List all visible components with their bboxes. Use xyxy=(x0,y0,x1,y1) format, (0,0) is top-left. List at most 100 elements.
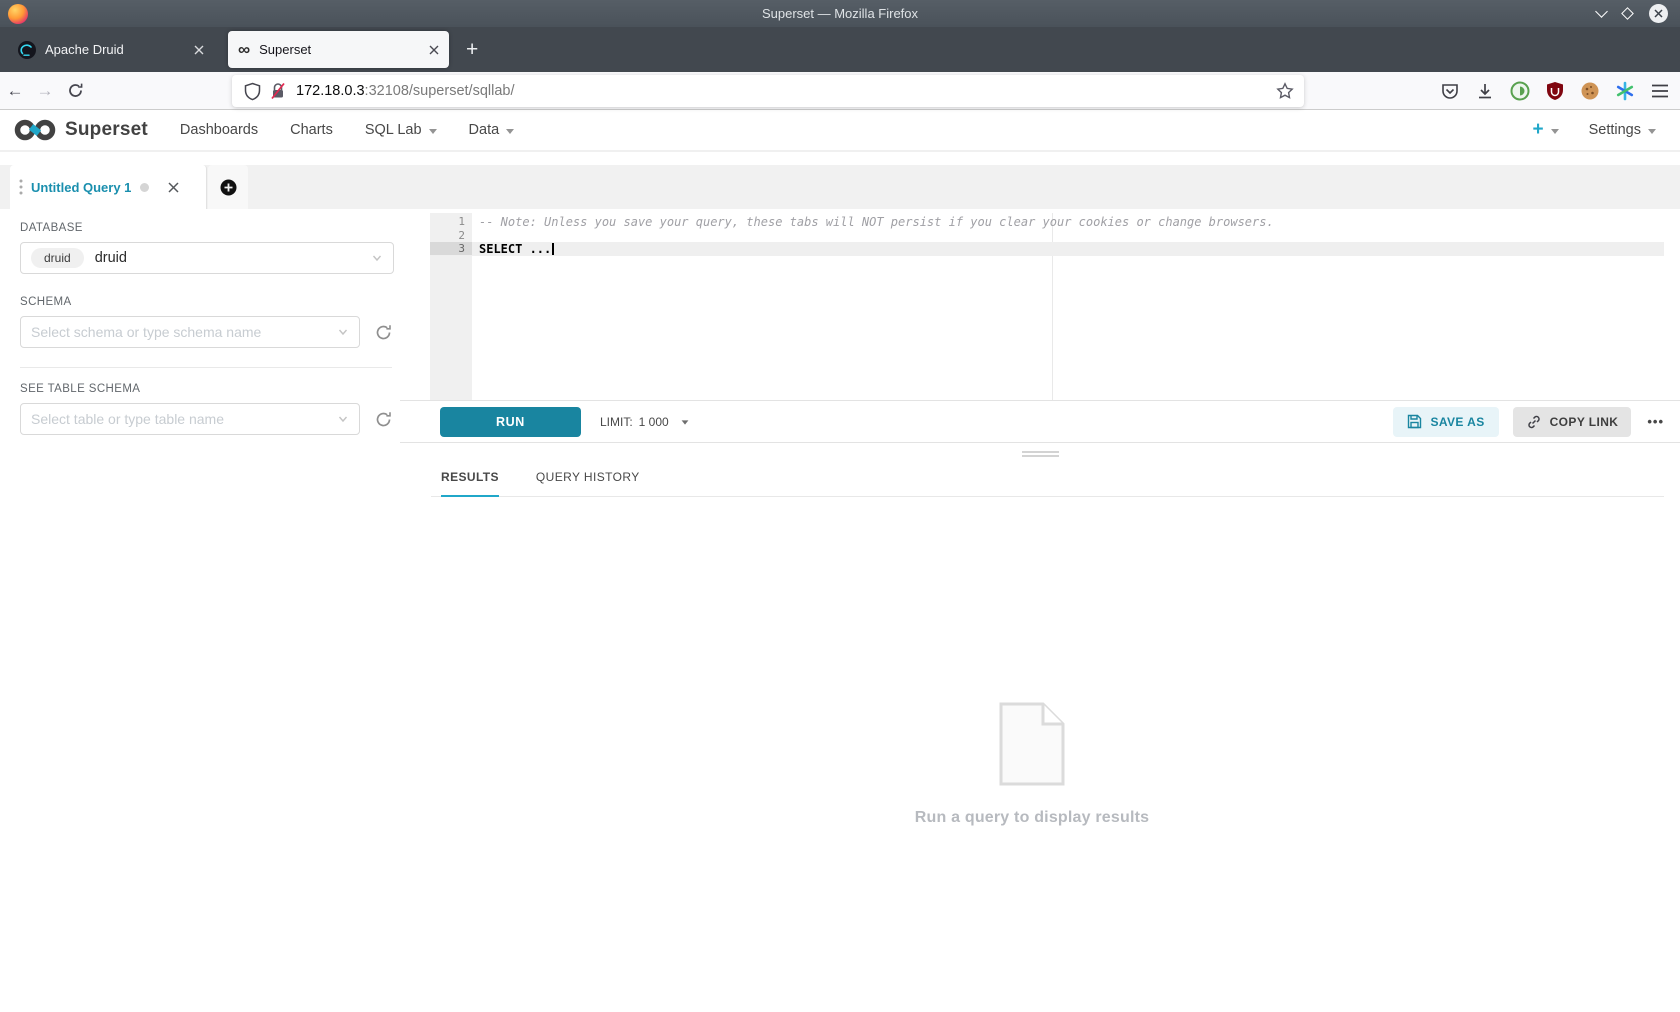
table-schema-label: SEE TABLE SCHEMA xyxy=(20,383,400,395)
divider xyxy=(20,367,392,368)
add-query-tab-button[interactable] xyxy=(208,165,248,209)
tab-label: Superset xyxy=(259,42,429,57)
browser-tab-superset[interactable]: ∞ Superset xyxy=(228,31,449,68)
more-options-button[interactable]: ••• xyxy=(1647,414,1664,429)
bookmark-star-icon[interactable] xyxy=(1276,82,1294,100)
table-input[interactable] xyxy=(31,411,337,427)
downloads-icon[interactable] xyxy=(1475,82,1495,100)
query-tab-title: Untitled Query 1 xyxy=(31,180,131,195)
nav-charts[interactable]: Charts xyxy=(290,122,333,138)
database-type-tag: druid xyxy=(31,248,84,268)
database-label: DATABASE xyxy=(20,222,400,234)
nav-dashboards[interactable]: Dashboards xyxy=(180,122,258,138)
cookie-extension-icon[interactable] xyxy=(1580,81,1600,101)
query-tab-active[interactable]: Untitled Query 1 xyxy=(10,165,207,209)
forward-button[interactable]: → xyxy=(30,81,60,101)
results-tabbar: RESULTS QUERY HISTORY xyxy=(431,470,1664,497)
schema-label: SCHEMA xyxy=(20,296,400,308)
pocket-icon[interactable] xyxy=(1440,81,1460,101)
tab-results[interactable]: RESULTS xyxy=(441,470,499,497)
chevron-down-icon xyxy=(429,129,437,134)
superset-navbar: Superset Dashboards Charts SQL Lab Data … xyxy=(0,110,1680,152)
brand-name[interactable]: Superset xyxy=(65,119,148,141)
document-icon xyxy=(999,702,1065,786)
query-tab-bar: Untitled Query 1 xyxy=(0,165,1680,209)
line-number: 3 xyxy=(430,242,472,255)
save-as-button[interactable]: SAVE AS xyxy=(1393,407,1498,437)
tab-close-icon[interactable] xyxy=(429,45,439,55)
url-host: 172.18.0.3 xyxy=(296,83,365,99)
chevron-down-icon xyxy=(337,326,349,338)
sqllab-sidebar: DATABASE druid druid SCHEMA xyxy=(0,209,400,1012)
superset-logo-icon[interactable] xyxy=(12,117,58,143)
editor-line[interactable]: 1 -- Note: Unless you save your query, t… xyxy=(430,215,1664,229)
chevron-down-icon xyxy=(1551,129,1559,134)
new-tab-button[interactable]: + xyxy=(466,39,478,60)
reload-button[interactable] xyxy=(60,82,90,99)
browser-tab-apache-druid[interactable]: Apache Druid xyxy=(8,31,214,68)
sql-editor[interactable]: 1 -- Note: Unless you save your query, t… xyxy=(430,213,1664,400)
editor-line-active[interactable]: 3 SELECT ... xyxy=(430,242,1664,256)
copy-link-button[interactable]: COPY LINK xyxy=(1513,407,1632,437)
extension-green-icon[interactable] xyxy=(1510,81,1530,101)
table-select[interactable] xyxy=(20,403,360,435)
sparkle-extension-icon[interactable] xyxy=(1615,81,1635,101)
line-number: 2 xyxy=(430,229,472,242)
browser-toolbar: ← → 172.18.0.3:32108/superset/sqlla xyxy=(0,72,1680,110)
menu-hamburger-icon[interactable] xyxy=(1650,84,1670,98)
run-button[interactable]: RUN xyxy=(440,407,581,437)
limit-label: LIMIT: xyxy=(600,415,633,429)
shield-icon[interactable] xyxy=(244,82,261,101)
back-button[interactable]: ← xyxy=(0,81,30,101)
editor-line[interactable]: 2 xyxy=(430,229,1664,243)
window-maximize-icon[interactable] xyxy=(1621,7,1634,20)
window-close-icon[interactable] xyxy=(1649,4,1668,23)
nav-data[interactable]: Data xyxy=(469,122,515,138)
line-number: 1 xyxy=(430,215,472,228)
chevron-down-icon xyxy=(506,129,514,134)
schema-select[interactable] xyxy=(20,316,360,348)
text-cursor xyxy=(552,243,554,255)
refresh-tables-icon[interactable] xyxy=(374,410,393,429)
ublock-icon[interactable] xyxy=(1545,81,1565,101)
plus-circle-icon xyxy=(220,179,237,196)
query-tab-close-icon[interactable] xyxy=(168,182,179,193)
editor-toolbar: RUN LIMIT: 1 000 SAVE AS xyxy=(400,400,1680,443)
url-bar[interactable]: 172.18.0.3:32108/superset/sqllab/ xyxy=(232,75,1304,107)
window-title: Superset — Mozilla Firefox xyxy=(0,6,1680,21)
link-icon xyxy=(1526,414,1542,430)
tab-label: Apache Druid xyxy=(45,42,194,57)
database-value: druid xyxy=(95,250,127,266)
empty-results-state: Run a query to display results xyxy=(400,702,1664,827)
insecure-lock-icon[interactable] xyxy=(270,82,286,100)
window-minimize-icon[interactable] xyxy=(1595,5,1608,18)
application-window: Superset — Mozilla Firefox Apache Druid xyxy=(0,0,1680,1012)
add-new-button[interactable]: + xyxy=(1532,119,1558,141)
druid-favicon-icon xyxy=(18,41,36,59)
results-pane: RESULTS QUERY HISTORY Run a query to dis… xyxy=(400,443,1680,1012)
unsaved-indicator-dot xyxy=(140,183,149,192)
spacer xyxy=(0,152,1680,165)
settings-menu[interactable]: Settings xyxy=(1589,122,1656,138)
browser-titlebar: Superset — Mozilla Firefox xyxy=(0,0,1680,27)
nav-sql-lab[interactable]: SQL Lab xyxy=(365,122,437,138)
superset-favicon-icon: ∞ xyxy=(238,41,250,58)
chevron-down-icon xyxy=(681,420,688,424)
schema-input[interactable] xyxy=(31,324,337,340)
url-path: :32108/superset/sqllab/ xyxy=(365,83,515,99)
chevron-down-icon xyxy=(1648,129,1656,134)
empty-results-message: Run a query to display results xyxy=(400,809,1664,827)
limit-dropdown[interactable]: LIMIT: 1 000 xyxy=(600,415,689,429)
chevron-down-icon xyxy=(337,413,349,425)
tab-close-icon[interactable] xyxy=(194,45,204,55)
sql-code: SELECT ... xyxy=(472,242,551,256)
pane-resize-handle[interactable] xyxy=(1022,451,1059,457)
drag-grip-icon[interactable] xyxy=(19,179,23,195)
sqllab-main-pane: 1 -- Note: Unless you save your query, t… xyxy=(400,209,1680,1012)
refresh-schemas-icon[interactable] xyxy=(374,323,393,342)
browser-tabbar: Apache Druid ∞ Superset + xyxy=(0,27,1680,72)
save-icon xyxy=(1407,414,1422,429)
url-text[interactable]: 172.18.0.3:32108/superset/sqllab/ xyxy=(296,83,1276,99)
tab-query-history[interactable]: QUERY HISTORY xyxy=(536,470,640,496)
database-select[interactable]: druid druid xyxy=(20,242,394,274)
